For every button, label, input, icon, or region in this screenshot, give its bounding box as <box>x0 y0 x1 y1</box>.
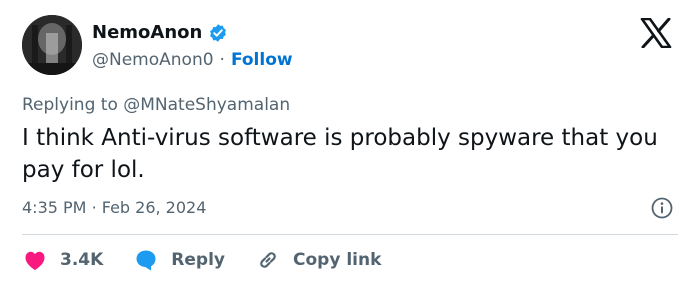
handle-row: @NemoAnon0 · Follow <box>92 49 293 71</box>
divider <box>22 234 678 235</box>
timestamp[interactable]: 4:35 PM · Feb 26, 2024 <box>22 197 206 219</box>
verified-badge-icon <box>208 23 228 43</box>
name-row: NemoAnon <box>92 21 228 45</box>
tweet-time: 4:35 PM <box>22 198 87 217</box>
x-logo-icon[interactable] <box>640 17 672 49</box>
separator-dot: · <box>219 50 225 70</box>
like-button[interactable]: 3.4K <box>22 247 103 273</box>
reply-button[interactable]: Reply <box>133 247 225 273</box>
tweet-date: Feb 26, 2024 <box>101 198 207 217</box>
avatar[interactable] <box>22 15 82 75</box>
tweet-text: I think Anti-virus software is probably … <box>22 125 658 183</box>
link-icon <box>255 247 281 273</box>
copy-link-label: Copy link <box>293 250 382 270</box>
tweet-card: NemoAnon @NemoAnon0 · Follow Replying to… <box>0 0 700 287</box>
replying-to: Replying to @MNateShyamalan <box>22 94 290 116</box>
reply-label: Reply <box>171 250 225 270</box>
heart-icon <box>22 247 48 273</box>
mention-link[interactable]: @MNateShyamalan <box>123 95 290 115</box>
like-count: 3.4K <box>60 250 104 270</box>
action-bar: 3.4K Reply Copy link <box>22 246 411 274</box>
display-name[interactable]: NemoAnon <box>92 22 202 44</box>
copy-link-button[interactable]: Copy link <box>255 247 381 273</box>
replying-to-label: Replying to <box>22 95 118 115</box>
reply-bubble-icon <box>133 247 159 273</box>
avatar-image <box>22 15 82 75</box>
info-icon[interactable] <box>651 197 673 219</box>
user-handle[interactable]: @NemoAnon0 <box>92 49 214 71</box>
follow-button[interactable]: Follow <box>231 49 293 71</box>
